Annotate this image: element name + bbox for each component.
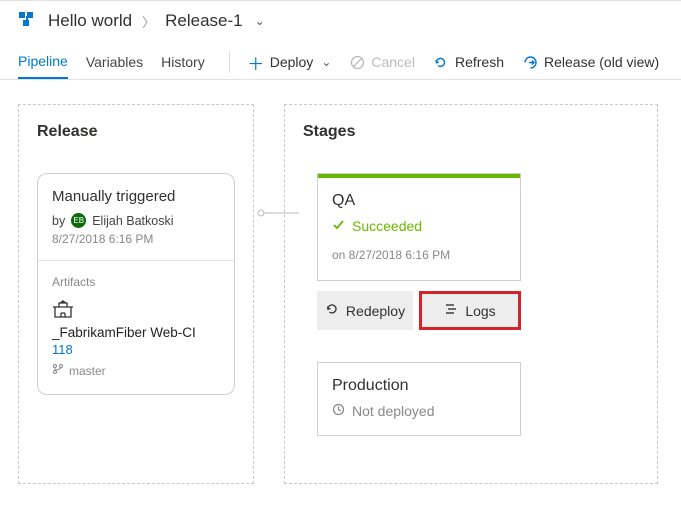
toolbar-divider bbox=[229, 51, 230, 73]
artifact-name: _FabrikamFiber Web-CI bbox=[52, 325, 220, 340]
open-icon bbox=[522, 54, 538, 70]
stage-name-qa: QA bbox=[332, 192, 506, 210]
cancel-label: Cancel bbox=[371, 54, 415, 70]
redeploy-label: Redeploy bbox=[346, 303, 405, 319]
breadcrumb-release[interactable]: Release-1 bbox=[165, 11, 243, 31]
stages-panel-title: Stages bbox=[303, 123, 639, 141]
release-timestamp: 8/27/2018 6:16 PM bbox=[52, 232, 220, 246]
release-panel-title: Release bbox=[37, 123, 235, 141]
chevron-down-icon[interactable]: ⌄ bbox=[255, 14, 265, 28]
deploy-label: Deploy bbox=[270, 54, 314, 70]
release-card[interactable]: Manually triggered by EB Elijah Batkoski… bbox=[37, 173, 235, 395]
old-view-button[interactable]: Release (old view) bbox=[522, 54, 659, 70]
chevron-down-icon: ⌄ bbox=[321, 55, 331, 69]
old-view-label: Release (old view) bbox=[544, 54, 659, 70]
clock-icon bbox=[332, 403, 345, 419]
prod-status-text: Not deployed bbox=[352, 403, 435, 419]
logs-label: Logs bbox=[465, 303, 495, 319]
stage-name-production: Production bbox=[332, 377, 506, 395]
branch-name: master bbox=[69, 364, 106, 378]
stage-card-production[interactable]: Production Not deployed bbox=[317, 362, 521, 436]
artifact-build-id[interactable]: 118 bbox=[52, 342, 220, 357]
stage-card-qa[interactable]: QA Succeeded on 8/27/2018 6:16 PM bbox=[317, 173, 521, 281]
by-prefix: by bbox=[52, 214, 65, 228]
stage-actions: Redeploy Logs bbox=[317, 291, 521, 330]
tab-history[interactable]: History bbox=[161, 46, 205, 78]
cancel-button: Cancel bbox=[349, 54, 415, 70]
byline: by EB Elijah Batkoski bbox=[52, 213, 220, 228]
check-icon bbox=[332, 218, 345, 234]
cancel-icon bbox=[349, 54, 365, 70]
toolbar: Pipeline Variables History ＋ Deploy ⌄ Ca… bbox=[0, 41, 681, 80]
user-name: Elijah Batkoski bbox=[92, 214, 173, 228]
redeploy-button[interactable]: Redeploy bbox=[317, 291, 413, 330]
artifacts-label: Artifacts bbox=[52, 275, 220, 289]
stages-panel: Stages QA Succeeded on 8/27/2018 6:16 PM bbox=[284, 104, 658, 484]
trigger-heading: Manually triggered bbox=[52, 188, 220, 205]
breadcrumb-project[interactable]: Hello world bbox=[48, 11, 132, 31]
card-divider bbox=[38, 260, 234, 261]
refresh-button[interactable]: Refresh bbox=[433, 54, 504, 70]
chevron-right-icon: 〉 bbox=[142, 12, 155, 31]
logs-button[interactable]: Logs bbox=[419, 291, 521, 330]
plus-icon: ＋ bbox=[248, 54, 264, 70]
logs-icon bbox=[444, 302, 458, 319]
refresh-label: Refresh bbox=[455, 54, 504, 70]
deploy-button[interactable]: ＋ Deploy ⌄ bbox=[248, 54, 332, 70]
branch-row: master bbox=[52, 363, 220, 378]
stage-timestamp: on 8/27/2018 6:16 PM bbox=[332, 248, 506, 262]
refresh-icon bbox=[433, 54, 449, 70]
breadcrumb: Hello world 〉 Release-1 ⌄ bbox=[0, 1, 681, 41]
tab-variables[interactable]: Variables bbox=[86, 46, 143, 78]
connector-line bbox=[255, 207, 299, 219]
release-panel: Release Manually triggered by EB Elijah … bbox=[18, 104, 254, 484]
tab-pipeline[interactable]: Pipeline bbox=[18, 45, 68, 79]
pipeline-app-icon bbox=[18, 11, 38, 31]
status-succeeded: Succeeded bbox=[332, 218, 506, 234]
status-not-deployed: Not deployed bbox=[332, 403, 506, 419]
redeploy-icon bbox=[325, 302, 339, 319]
avatar: EB bbox=[71, 213, 86, 228]
build-artifact-icon bbox=[52, 299, 74, 321]
branch-icon bbox=[52, 363, 64, 378]
status-text: Succeeded bbox=[352, 218, 422, 234]
